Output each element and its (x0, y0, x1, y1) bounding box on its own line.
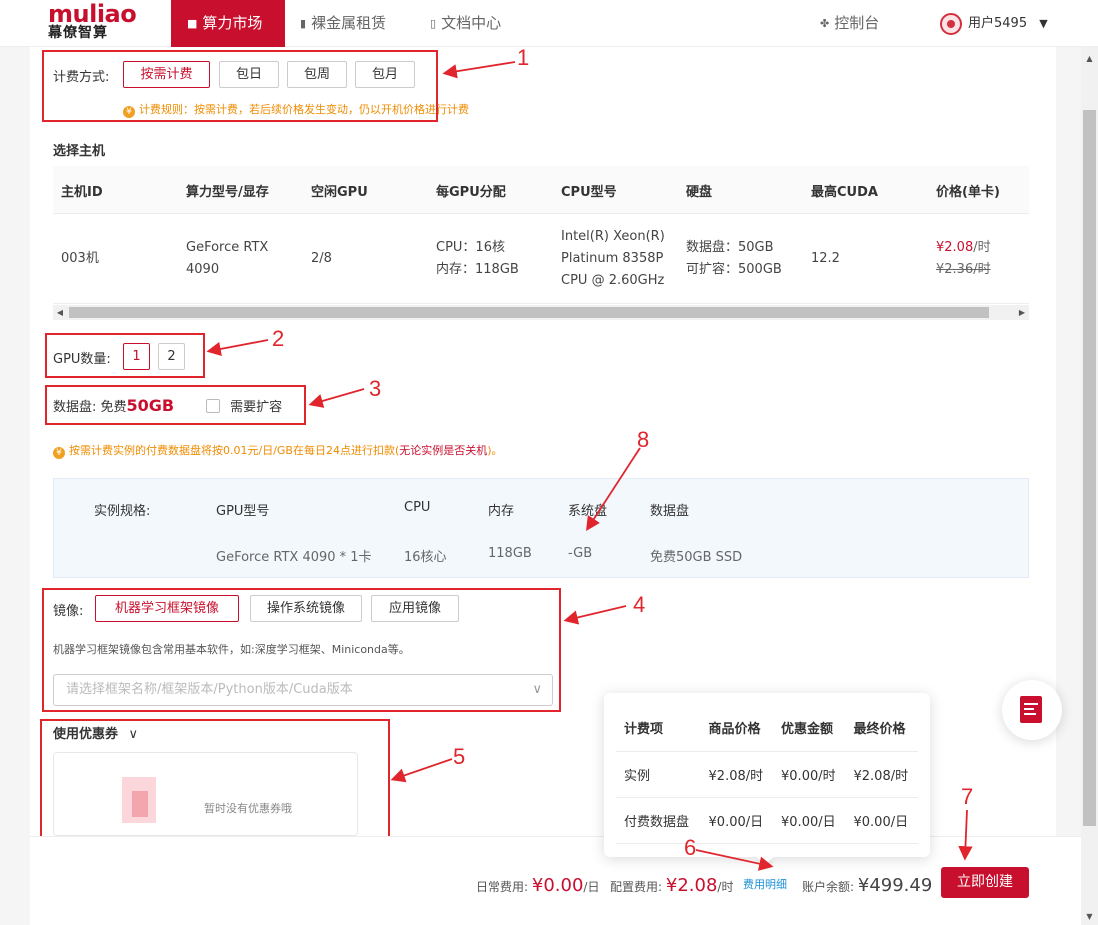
annotation-arrow-4 (563, 605, 627, 625)
annotation-label-8: 8 (637, 427, 650, 452)
annotation-arrow-1 (442, 61, 516, 79)
annotation-label-1: 1 (517, 45, 530, 70)
annotation-label-7: 7 (961, 784, 974, 809)
annotation-label-3: 3 (369, 376, 382, 401)
annotation-arrow-8 (586, 447, 641, 532)
annotation-label-2: 2 (272, 326, 285, 351)
annotation-label-5: 5 (453, 744, 466, 769)
annotation-arrow-5 (390, 758, 453, 783)
annotation-arrow-6 (695, 849, 774, 871)
annotation-arrow-7 (958, 809, 973, 861)
annotation-arrow-2 (206, 339, 269, 357)
annotation-arrows (206, 61, 973, 871)
annotation-label-6: 6 (684, 835, 697, 860)
annotation-label-4: 4 (633, 592, 646, 617)
annotation-arrow-3 (308, 388, 365, 408)
